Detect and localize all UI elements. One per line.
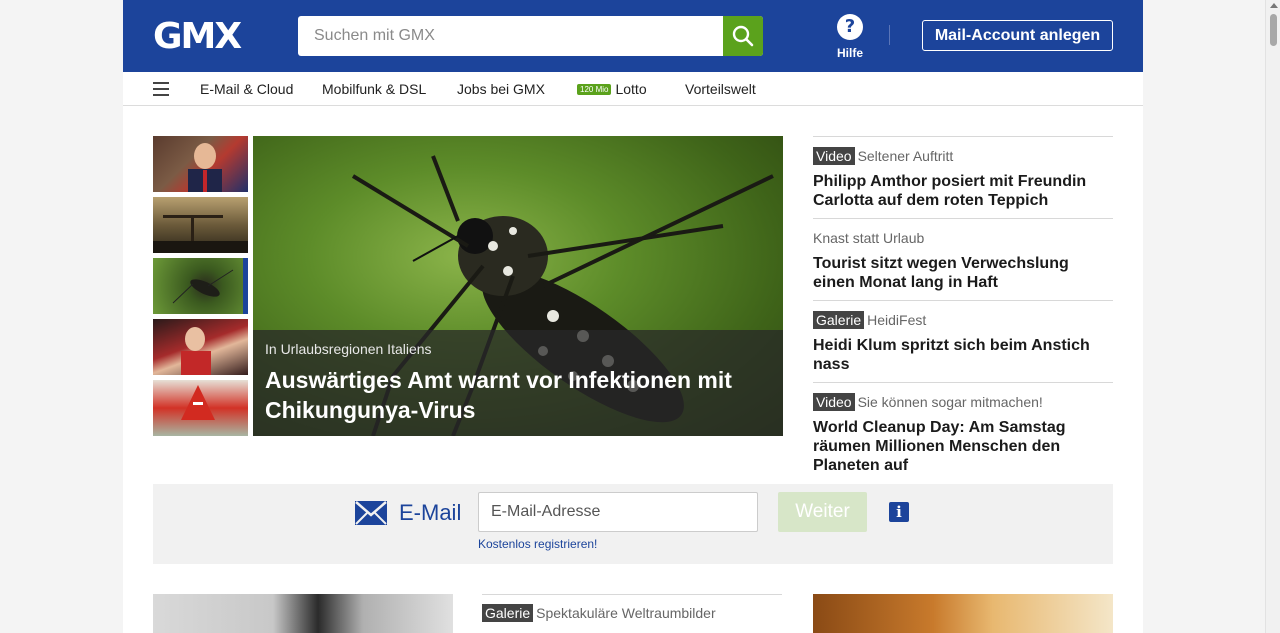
scrollbar[interactable] xyxy=(1265,0,1280,633)
nav-item-mobilfunk-dsl[interactable]: Mobilfunk & DSL xyxy=(322,81,426,97)
header: GMX ? Hilfe Mail-Account anlegen xyxy=(123,0,1143,72)
mosquito-image-icon xyxy=(172,269,234,304)
search-input[interactable] xyxy=(298,16,723,56)
teaser-kicker: HeidiFest xyxy=(867,312,927,328)
info-icon[interactable]: i xyxy=(889,502,909,522)
news-teaser[interactable]: Galerie HeidiFest Heidi Klum spritzt sich… xyxy=(813,300,1113,382)
speaker-image-icon xyxy=(181,327,211,375)
nav-item-lotto-label: Lotto xyxy=(615,81,647,97)
hero-article[interactable]: In Urlaubsregionen Italiens Auswärtiges … xyxy=(253,136,783,436)
hero-thumbnails xyxy=(153,136,248,441)
oil-pump-image-icon xyxy=(153,215,248,253)
help-button[interactable]: ? Hilfe xyxy=(828,14,872,60)
scrollbar-thumb[interactable] xyxy=(1270,14,1277,46)
teaser-headline[interactable]: Heidi Klum spritzt sich beim Anstich nas… xyxy=(813,336,1113,374)
person-image-icon xyxy=(188,143,222,192)
nav-item-jobs[interactable]: Jobs bei GMX xyxy=(457,81,545,97)
news-teaser[interactable]: Knast statt Urlaub Tourist sitzt wegen V… xyxy=(813,218,1113,300)
teaser-headline[interactable]: World Cleanup Day: Am Samstag räumen Mil… xyxy=(813,418,1113,475)
nav-item-vorteilswelt[interactable]: Vorteilswelt xyxy=(685,81,756,97)
main-nav: E-Mail & Cloud Mobilfunk & DSL Jobs bei … xyxy=(123,72,1143,106)
email-label: E-Mail xyxy=(399,500,462,525)
nav-item-lotto[interactable]: 120 Mio Lotto xyxy=(577,81,647,97)
news-teaser[interactable]: Video Sie können sogar mitmachen! World C… xyxy=(813,382,1113,483)
news-teaser-list: Video Seltener Auftritt Philipp Amthor po… xyxy=(813,136,1113,483)
news-teaser[interactable]: Galerie Spektakuläre Weltraumbilder xyxy=(482,594,782,622)
teaser-kicker: Spektakuläre Weltraumbilder xyxy=(536,605,716,621)
envelope-icon xyxy=(355,501,387,525)
thumbnail-1[interactable] xyxy=(153,136,248,192)
gmx-logo[interactable]: GMX xyxy=(153,17,242,57)
search-icon xyxy=(732,25,754,47)
article-image[interactable] xyxy=(153,594,453,633)
page: GMX ? Hilfe Mail-Account anlegen E-Mail … xyxy=(123,0,1143,633)
thumbnail-5[interactable] xyxy=(153,380,248,436)
continue-button[interactable]: Weiter xyxy=(778,492,867,532)
search-button[interactable] xyxy=(723,16,763,56)
help-label: Hilfe xyxy=(836,46,863,60)
hero-kicker: In Urlaubsregionen Italiens xyxy=(265,341,432,357)
teaser-kicker: Sie können sogar mitmachen! xyxy=(857,394,1043,410)
teaser-headline[interactable]: Philipp Amthor posiert mit Freundin Carl… xyxy=(813,172,1113,210)
email-label-group: E-Mail xyxy=(355,500,461,526)
search-bar xyxy=(298,16,763,56)
divider xyxy=(889,25,890,45)
teaser-kicker: Knast statt Urlaub xyxy=(813,230,925,246)
news-teaser[interactable]: Video Seltener Auftritt Philipp Amthor po… xyxy=(813,136,1113,218)
thumbnail-3[interactable] xyxy=(153,258,248,314)
gallery-tag: Galerie xyxy=(482,604,534,622)
teaser-headline[interactable]: Tourist sitzt wegen Verwechslung einen M… xyxy=(813,254,1113,292)
video-tag: Video xyxy=(813,147,855,165)
help-icon: ? xyxy=(837,14,863,40)
video-tag: Video xyxy=(813,393,855,411)
teaser-kicker: Seltener Auftritt xyxy=(857,148,954,164)
nav-item-email-cloud[interactable]: E-Mail & Cloud xyxy=(200,81,293,97)
gallery-tag: Galerie xyxy=(813,311,865,329)
hero-caption: In Urlaubsregionen Italiens Auswärtiges … xyxy=(253,330,783,436)
scroll-up-icon[interactable] xyxy=(1270,3,1278,8)
article-image[interactable] xyxy=(813,594,1113,633)
hero-headline[interactable]: Auswärtiges Amt warnt vor Infektionen mi… xyxy=(265,365,771,425)
email-address-input[interactable] xyxy=(478,492,758,532)
register-link[interactable]: Kostenlos registrieren! xyxy=(478,537,597,551)
lotto-jackpot-badge: 120 Mio xyxy=(577,84,612,95)
thumbnail-4[interactable] xyxy=(153,319,248,375)
pharmacy-sign-icon xyxy=(181,385,215,420)
thumbnail-2[interactable] xyxy=(153,197,248,253)
create-mail-account-button[interactable]: Mail-Account anlegen xyxy=(922,20,1113,51)
hamburger-menu-icon[interactable] xyxy=(153,82,169,96)
email-login-box: E-Mail Weiter i Kostenlos registrieren! xyxy=(153,484,1113,564)
